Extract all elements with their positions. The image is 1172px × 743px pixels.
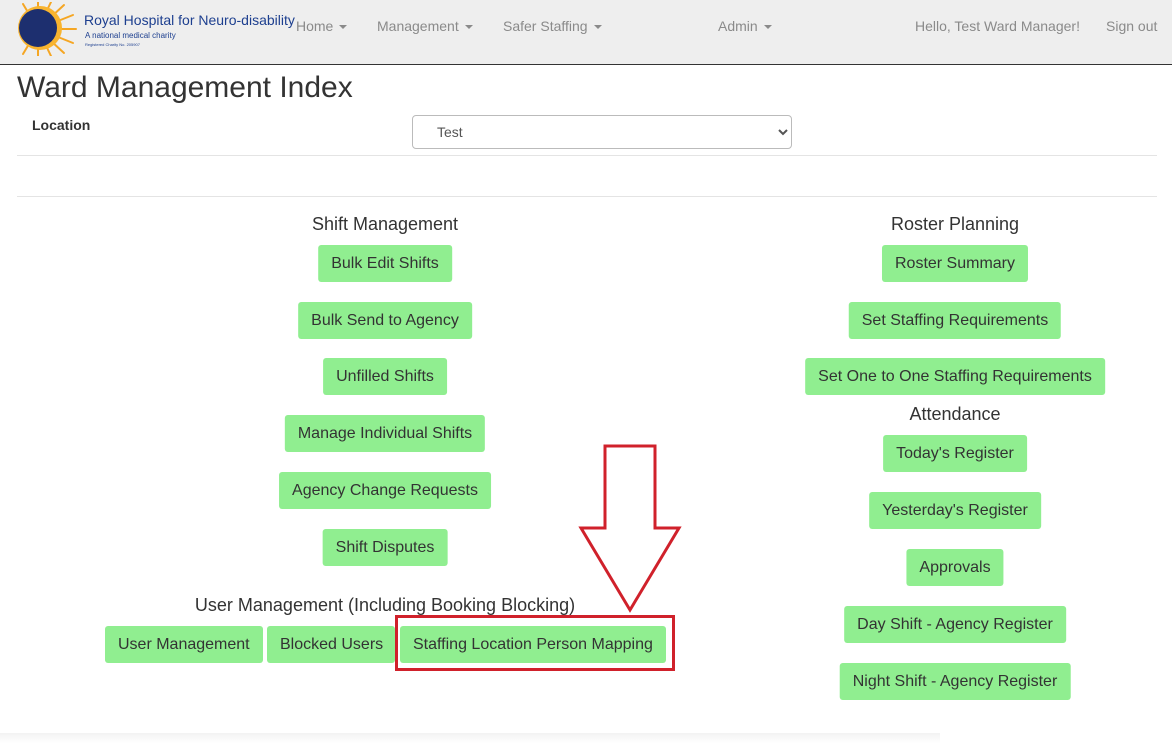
agency-change-requests-button[interactable]: Agency Change Requests [279,472,491,509]
user-management-button[interactable]: User Management [105,626,263,663]
attendance-title: Attendance [909,404,1001,424]
manage-individual-shifts-button[interactable]: Manage Individual Shifts [284,415,486,452]
bulk-edit-shifts-button[interactable]: Bulk Edit Shifts [318,245,452,282]
set-one-to-one-staffing-requirements-button[interactable]: Set One to One Staffing Requirements [805,358,1105,395]
user-management-title: User Management (Including Booking Block… [194,595,576,615]
nav-home-label: Home [296,18,334,34]
down-arrow-icon [578,444,682,613]
divider [17,196,1157,197]
bulk-send-to-agency-button[interactable]: Bulk Send to Agency [298,302,472,339]
nav-safer-staffing-menu[interactable]: Safer Staffing [503,18,602,34]
unfilled-shifts-button[interactable]: Unfilled Shifts [323,358,447,395]
brand-name: Royal Hospital for Neuro-disability [84,12,295,28]
roster-summary-button[interactable]: Roster Summary [881,245,1029,282]
caret-down-icon [763,25,772,30]
blocked-users-button[interactable]: Blocked Users [267,626,395,663]
hospital-logo[interactable]: Royal Hospital for Neuro-disability A na… [18,2,295,56]
annotation-highlight-box [395,615,675,671]
shift-management-title: Shift Management [311,214,459,234]
user-greeting-link[interactable]: Hello, Test Ward Manager! [915,18,1080,34]
top-navbar: Royal Hospital for Neuro-disability A na… [0,0,1172,65]
caret-down-icon [339,25,348,30]
todays-register-button[interactable]: Today's Register [883,435,1027,472]
nav-home-menu[interactable]: Home [296,18,348,34]
divider [17,155,1157,156]
page-title: Ward Management Index [17,71,353,104]
sign-out-link[interactable]: Sign out [1106,18,1157,34]
location-select[interactable]: Test [412,115,792,149]
night-shift-agency-register-button[interactable]: Night Shift - Agency Register [839,663,1071,700]
location-label: Location [32,117,91,133]
day-shift-agency-register-button[interactable]: Day Shift - Agency Register [844,606,1066,643]
nav-management-menu[interactable]: Management [377,18,473,34]
caret-down-icon [464,25,473,30]
page-bottom-shadow [0,733,940,743]
yesterdays-register-button[interactable]: Yesterday's Register [869,492,1041,529]
roster-planning-title: Roster Planning [890,214,1020,234]
nav-management-label: Management [377,18,459,34]
brand-registered-number: Registered Charity No. 205907 [85,42,140,47]
caret-down-icon [593,25,602,30]
nav-admin-menu[interactable]: Admin [718,18,772,34]
sun-eclipse-logo-icon [18,2,77,56]
nav-safer-staffing-label: Safer Staffing [503,18,588,34]
brand-tagline: A national medical charity [85,31,176,40]
nav-admin-label: Admin [718,18,758,34]
shift-disputes-button[interactable]: Shift Disputes [322,529,448,566]
set-staffing-requirements-button[interactable]: Set Staffing Requirements [848,302,1062,339]
approvals-button[interactable]: Approvals [906,549,1004,586]
